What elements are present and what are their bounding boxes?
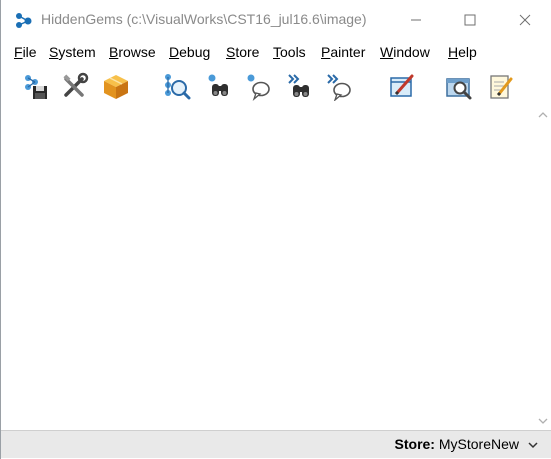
menu-window[interactable]: Window <box>380 44 430 60</box>
menu-label: elp <box>458 44 477 60</box>
main-window: HiddenGems (c:\VisualWorks\CST16_jul16.6… <box>0 0 551 459</box>
scroll-up-button[interactable] <box>536 108 550 122</box>
menu-label: ile <box>22 44 37 60</box>
tools-icon <box>63 72 89 97</box>
package-icon <box>104 75 128 99</box>
workspace-button[interactable] <box>242 70 274 102</box>
fast-inspect-icon <box>288 74 309 97</box>
minimize-icon <box>411 19 421 21</box>
window-title: HiddenGems (c:\VisualWorks\CST16_jul16.6… <box>41 11 367 27</box>
package-button[interactable] <box>100 70 132 102</box>
menu-store[interactable]: Store <box>226 44 259 60</box>
menu-mnemonic: P <box>321 44 331 60</box>
painter-icon <box>390 74 414 97</box>
painter-button[interactable] <box>386 70 418 102</box>
finder-icon <box>446 78 472 100</box>
save-image-icon <box>25 75 47 99</box>
class-browser-icon <box>165 74 191 100</box>
menu-label: ystem <box>58 44 96 60</box>
menu-painter[interactable]: Painter <box>321 44 365 60</box>
fast-inspect-button[interactable] <box>284 70 316 102</box>
status-bar: Store: MyStoreNew <box>1 430 551 458</box>
maximize-button[interactable] <box>444 0 496 40</box>
menu-file[interactable]: File <box>14 44 37 60</box>
menu-mnemonic: W <box>380 44 394 60</box>
menu-label: ainter <box>330 44 366 60</box>
app-logo-icon <box>16 13 32 28</box>
menu-debug[interactable]: Debug <box>169 44 210 60</box>
menu-mnemonic: B <box>109 44 119 60</box>
notepad-button[interactable] <box>484 70 516 102</box>
store-value: MyStoreNew <box>438 436 519 452</box>
title-bar[interactable]: HiddenGems (c:\VisualWorks\CST16_jul16.6… <box>1 0 551 40</box>
scroll-down-button[interactable] <box>536 414 550 428</box>
inspect-button[interactable] <box>203 70 235 102</box>
tools-button[interactable] <box>59 70 91 102</box>
menu-label: ools <box>280 44 306 60</box>
vertical-scrollbar[interactable] <box>536 108 550 428</box>
menu-label: ebug <box>179 44 211 60</box>
workspace-icon <box>247 74 270 101</box>
inspect-icon <box>208 74 228 96</box>
menu-mnemonic: S <box>49 44 59 60</box>
toolbar <box>1 66 551 106</box>
menu-label: rowse <box>118 44 156 60</box>
fast-workspace-button[interactable] <box>323 70 355 102</box>
menu-system[interactable]: System <box>49 44 96 60</box>
close-icon <box>519 14 531 26</box>
menu-mnemonic: D <box>169 44 180 60</box>
class-browser-button[interactable] <box>160 70 192 102</box>
menu-tools[interactable]: Tools <box>273 44 306 60</box>
chevron-down-icon[interactable] <box>526 438 540 452</box>
menu-label: tore <box>235 44 260 60</box>
store-label: Store: <box>394 436 435 452</box>
menu-bar: File System Browse Debug Store Tools Pai… <box>1 42 551 64</box>
menu-label: indow <box>393 44 430 60</box>
store-selector[interactable]: Store: MyStoreNew <box>395 436 519 452</box>
menu-mnemonic: H <box>448 44 459 60</box>
chevron-down-icon <box>538 418 548 424</box>
content-area[interactable] <box>7 108 535 428</box>
minimize-button[interactable] <box>390 0 442 40</box>
finder-button[interactable] <box>443 70 475 102</box>
menu-browse[interactable]: Browse <box>109 44 156 60</box>
chevron-up-icon <box>538 112 548 118</box>
save-image-button[interactable] <box>19 70 51 102</box>
maximize-icon <box>464 14 476 26</box>
menu-help[interactable]: Help <box>448 44 477 60</box>
menu-mnemonic: F <box>14 44 23 60</box>
menu-mnemonic: T <box>273 44 280 60</box>
fast-workspace-icon <box>327 74 351 101</box>
menu-mnemonic: S <box>226 44 236 60</box>
notepad-icon <box>490 75 513 99</box>
close-button[interactable] <box>499 0 551 40</box>
